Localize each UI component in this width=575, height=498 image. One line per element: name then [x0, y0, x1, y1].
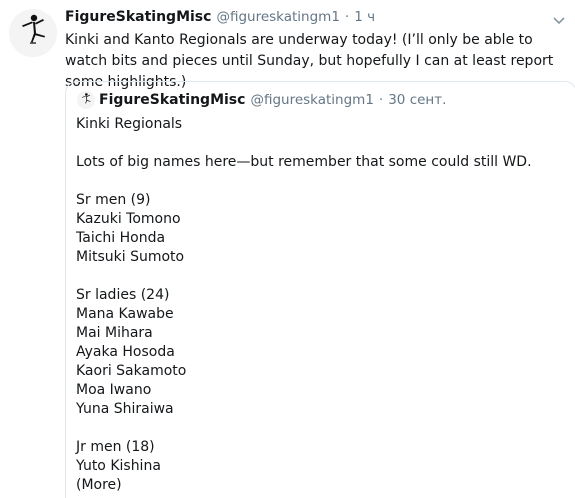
quoted-author-name: FigureSkatingMisc — [99, 92, 246, 108]
separator-dot: · — [344, 9, 350, 25]
skater-name: Ayaka Hosoda — [76, 344, 175, 360]
tweet-header: FigureSkatingMisc @figureskatingm1 · 1 ч — [65, 9, 375, 29]
chevron-down-icon[interactable] — [551, 12, 567, 25]
quoted-author-handle: @figureskatingm1 — [250, 92, 374, 108]
category-header: Sr men (9) — [76, 192, 151, 208]
skater-name: Yuto Kishina — [76, 458, 161, 474]
skater-name: Taichi Honda — [76, 230, 166, 246]
tweet: FigureSkatingMisc @figureskatingm1 · 1 ч… — [0, 0, 575, 498]
quoted-avatar — [77, 91, 95, 109]
skater-name: Kazuki Tomono — [76, 211, 181, 227]
quote-intro: Lots of big names here—but remember that… — [76, 154, 532, 170]
quoted-tweet[interactable]: FigureSkatingMisc @figureskatingm1 · 30 … — [65, 81, 575, 498]
category-header: Sr ladies (24) — [76, 287, 170, 303]
tweet-timestamp[interactable]: 1 ч — [354, 9, 375, 25]
more-link[interactable]: (More) — [76, 476, 566, 495]
quoted-tweet-text: Kinki Regionals Lots of big names here—b… — [76, 115, 566, 495]
skater-name: Mana Kawabe — [76, 306, 174, 322]
figure-skater-icon — [9, 9, 57, 57]
skater-name: Mitsuki Sumoto — [76, 249, 185, 265]
figure-skater-icon — [77, 91, 95, 109]
separator-dot: · — [378, 92, 384, 108]
quoted-tweet-header: FigureSkatingMisc @figureskatingm1 · 30 … — [77, 90, 446, 110]
author-handle[interactable]: @figureskatingm1 — [216, 9, 339, 25]
skater-name: Moa Iwano — [76, 382, 152, 398]
quote-title: Kinki Regionals — [76, 116, 183, 132]
quoted-timestamp: 30 сент. — [388, 92, 447, 108]
skater-name: Kaori Sakamoto — [76, 363, 187, 379]
author-name[interactable]: FigureSkatingMisc — [65, 9, 211, 25]
category-header: Jr men (18) — [76, 439, 155, 455]
skater-name: Mai Mihara — [76, 325, 153, 341]
skater-name: Yuna Shiraiwa — [76, 401, 174, 417]
avatar[interactable] — [9, 9, 57, 57]
